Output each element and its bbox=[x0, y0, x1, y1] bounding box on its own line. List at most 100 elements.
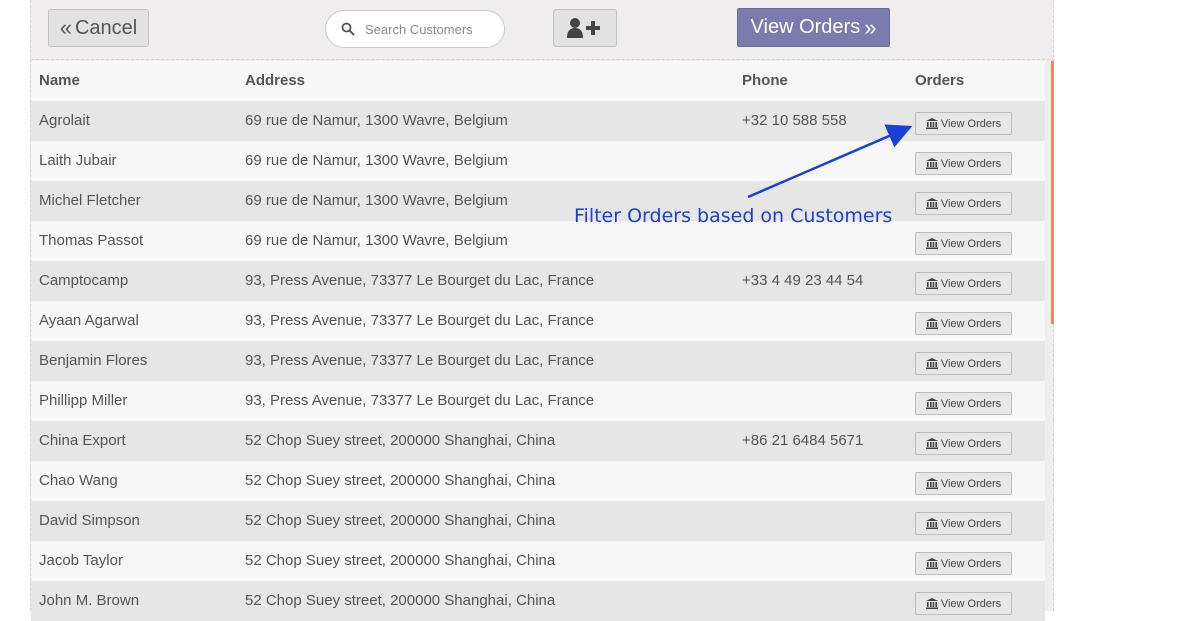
bank-icon bbox=[925, 158, 938, 169]
row-view-orders-label: View Orders bbox=[940, 237, 1002, 250]
row-view-orders-button[interactable]: View Orders bbox=[915, 432, 1012, 455]
table-row[interactable]: Jacob Taylor 52 Chop Suey street, 200000 … bbox=[31, 541, 1045, 581]
row-view-orders-label: View Orders bbox=[940, 437, 1002, 450]
table-row[interactable]: Agrolait 69 rue de Namur, 1300 Wavre, Bel… bbox=[31, 101, 1045, 141]
customer-address: 93, Press Avenue, 73377 Le Bourget du La… bbox=[245, 392, 595, 409]
row-view-orders-button[interactable]: View Orders bbox=[915, 472, 1012, 495]
bank-icon bbox=[925, 118, 938, 129]
view-orders-button[interactable]: View Orders » bbox=[737, 8, 890, 47]
toolbar: « Cancel View Orders » bbox=[31, 0, 1055, 60]
bank-icon bbox=[925, 518, 938, 529]
bank-icon bbox=[925, 278, 938, 289]
row-view-orders-label: View Orders bbox=[940, 517, 1002, 530]
annotation-label: Filter Orders based on Customers bbox=[574, 205, 893, 227]
bank-icon bbox=[925, 398, 938, 409]
customer-phone: +33 4 49 23 44 54 bbox=[742, 272, 864, 289]
customer-name: Ayaan Agarwal bbox=[39, 312, 139, 329]
table-row[interactable]: Camptocamp 93, Press Avenue, 73377 Le Bou… bbox=[31, 261, 1045, 301]
table-row[interactable]: John M. Brown 52 Chop Suey street, 200000… bbox=[31, 581, 1045, 621]
customer-name: Camptocamp bbox=[39, 272, 129, 289]
row-view-orders-label: View Orders bbox=[940, 117, 1002, 130]
row-view-orders-button[interactable]: View Orders bbox=[915, 192, 1012, 215]
row-view-orders-label: View Orders bbox=[940, 397, 1002, 410]
customer-name: China Export bbox=[39, 432, 126, 449]
table-row[interactable]: Phillipp Miller 93, Press Avenue, 73377 L… bbox=[31, 381, 1045, 421]
table-row[interactable]: Benjamin Flores 93, Press Avenue, 73377 L… bbox=[31, 341, 1045, 381]
customer-name: Benjamin Flores bbox=[39, 352, 148, 369]
header-phone: Phone bbox=[742, 72, 788, 89]
row-view-orders-button[interactable]: View Orders bbox=[915, 232, 1012, 255]
customer-address: 69 rue de Namur, 1300 Wavre, Belgium bbox=[245, 232, 508, 249]
bank-icon bbox=[925, 318, 938, 329]
row-view-orders-label: View Orders bbox=[940, 357, 1002, 370]
bank-icon bbox=[925, 478, 938, 489]
row-view-orders-button[interactable]: View Orders bbox=[915, 592, 1012, 615]
customer-address: 69 rue de Namur, 1300 Wavre, Belgium bbox=[245, 112, 508, 129]
table-row[interactable]: Ayaan Agarwal 93, Press Avenue, 73377 Le … bbox=[31, 301, 1045, 341]
row-view-orders-button[interactable]: View Orders bbox=[915, 312, 1012, 335]
scroll-indicator[interactable] bbox=[1051, 61, 1054, 324]
row-view-orders-label: View Orders bbox=[940, 317, 1002, 330]
customer-address: 52 Chop Suey street, 200000 Shanghai, Ch… bbox=[245, 512, 556, 529]
customer-phone: +86 21 6484 5671 bbox=[742, 432, 864, 449]
bank-icon bbox=[925, 198, 938, 209]
customer-name: David Simpson bbox=[39, 512, 140, 529]
user-plus-icon bbox=[567, 18, 600, 38]
row-view-orders-label: View Orders bbox=[940, 157, 1002, 170]
bank-icon bbox=[925, 238, 938, 249]
customer-address: 93, Press Avenue, 73377 Le Bourget du La… bbox=[245, 272, 595, 289]
table-row[interactable]: Laith Jubair 69 rue de Namur, 1300 Wavre,… bbox=[31, 141, 1045, 181]
table-row[interactable]: Chao Wang 52 Chop Suey street, 200000 Sha… bbox=[31, 461, 1045, 501]
row-view-orders-label: View Orders bbox=[940, 557, 1002, 570]
customer-phone: +32 10 588 558 bbox=[742, 112, 847, 129]
cancel-label: Cancel bbox=[74, 16, 138, 39]
bank-icon bbox=[925, 438, 938, 449]
table-header: Name Address Phone Orders bbox=[31, 61, 1045, 101]
header-address: Address bbox=[245, 72, 306, 89]
search-input[interactable] bbox=[365, 21, 495, 37]
row-view-orders-label: View Orders bbox=[940, 597, 1002, 610]
customer-name: Chao Wang bbox=[39, 472, 118, 489]
customer-name: Jacob Taylor bbox=[39, 552, 123, 569]
table-row[interactable]: David Simpson 52 Chop Suey street, 200000… bbox=[31, 501, 1045, 541]
customer-address: 69 rue de Namur, 1300 Wavre, Belgium bbox=[245, 152, 508, 169]
table-row[interactable]: China Export 52 Chop Suey street, 200000 … bbox=[31, 421, 1045, 461]
bank-icon bbox=[925, 558, 938, 569]
search-box[interactable] bbox=[325, 10, 505, 48]
row-view-orders-button[interactable]: View Orders bbox=[915, 352, 1012, 375]
add-customer-button[interactable] bbox=[553, 9, 617, 47]
customer-address: 52 Chop Suey street, 200000 Shanghai, Ch… bbox=[245, 592, 556, 609]
row-view-orders-button[interactable]: View Orders bbox=[915, 272, 1012, 295]
row-view-orders-button[interactable]: View Orders bbox=[915, 152, 1012, 175]
customer-address: 52 Chop Suey street, 200000 Shanghai, Ch… bbox=[245, 472, 556, 489]
row-view-orders-button[interactable]: View Orders bbox=[915, 512, 1012, 535]
row-view-orders-label: View Orders bbox=[940, 477, 1002, 490]
header-orders: Orders bbox=[915, 72, 965, 89]
bank-icon bbox=[925, 358, 938, 369]
bank-icon bbox=[925, 598, 938, 609]
customer-name: Thomas Passot bbox=[39, 232, 144, 249]
table-row[interactable]: Thomas Passot 69 rue de Namur, 1300 Wavre… bbox=[31, 221, 1045, 261]
table-row[interactable]: Michel Fletcher 69 rue de Namur, 1300 Wav… bbox=[31, 181, 1045, 221]
double-chevron-left-icon: « bbox=[59, 15, 72, 40]
customer-list: Name Address Phone Orders Agrolait 69 rue… bbox=[31, 61, 1045, 621]
customer-name: John M. Brown bbox=[39, 592, 140, 609]
customer-address: 52 Chop Suey street, 200000 Shanghai, Ch… bbox=[245, 552, 556, 569]
row-view-orders-label: View Orders bbox=[940, 277, 1002, 290]
row-view-orders-button[interactable]: View Orders bbox=[915, 552, 1012, 575]
customer-address: 52 Chop Suey street, 200000 Shanghai, Ch… bbox=[245, 432, 556, 449]
row-view-orders-button[interactable]: View Orders bbox=[915, 392, 1012, 415]
search-icon bbox=[341, 22, 355, 36]
view-orders-label: View Orders bbox=[750, 16, 861, 38]
row-view-orders-label: View Orders bbox=[940, 197, 1002, 210]
header-name: Name bbox=[39, 72, 80, 89]
customer-address: 93, Press Avenue, 73377 Le Bourget du La… bbox=[245, 352, 595, 369]
customer-name: Phillipp Miller bbox=[39, 392, 128, 409]
customer-address: 93, Press Avenue, 73377 Le Bourget du La… bbox=[245, 312, 595, 329]
customer-name: Laith Jubair bbox=[39, 152, 117, 169]
row-view-orders-button[interactable]: View Orders bbox=[915, 112, 1012, 135]
pos-customer-screen: « Cancel View Orders » Name Addres bbox=[30, 0, 1055, 621]
cancel-button[interactable]: « Cancel bbox=[48, 9, 149, 47]
customer-address: 69 rue de Namur, 1300 Wavre, Belgium bbox=[245, 192, 508, 209]
customer-name: Agrolait bbox=[39, 112, 90, 129]
